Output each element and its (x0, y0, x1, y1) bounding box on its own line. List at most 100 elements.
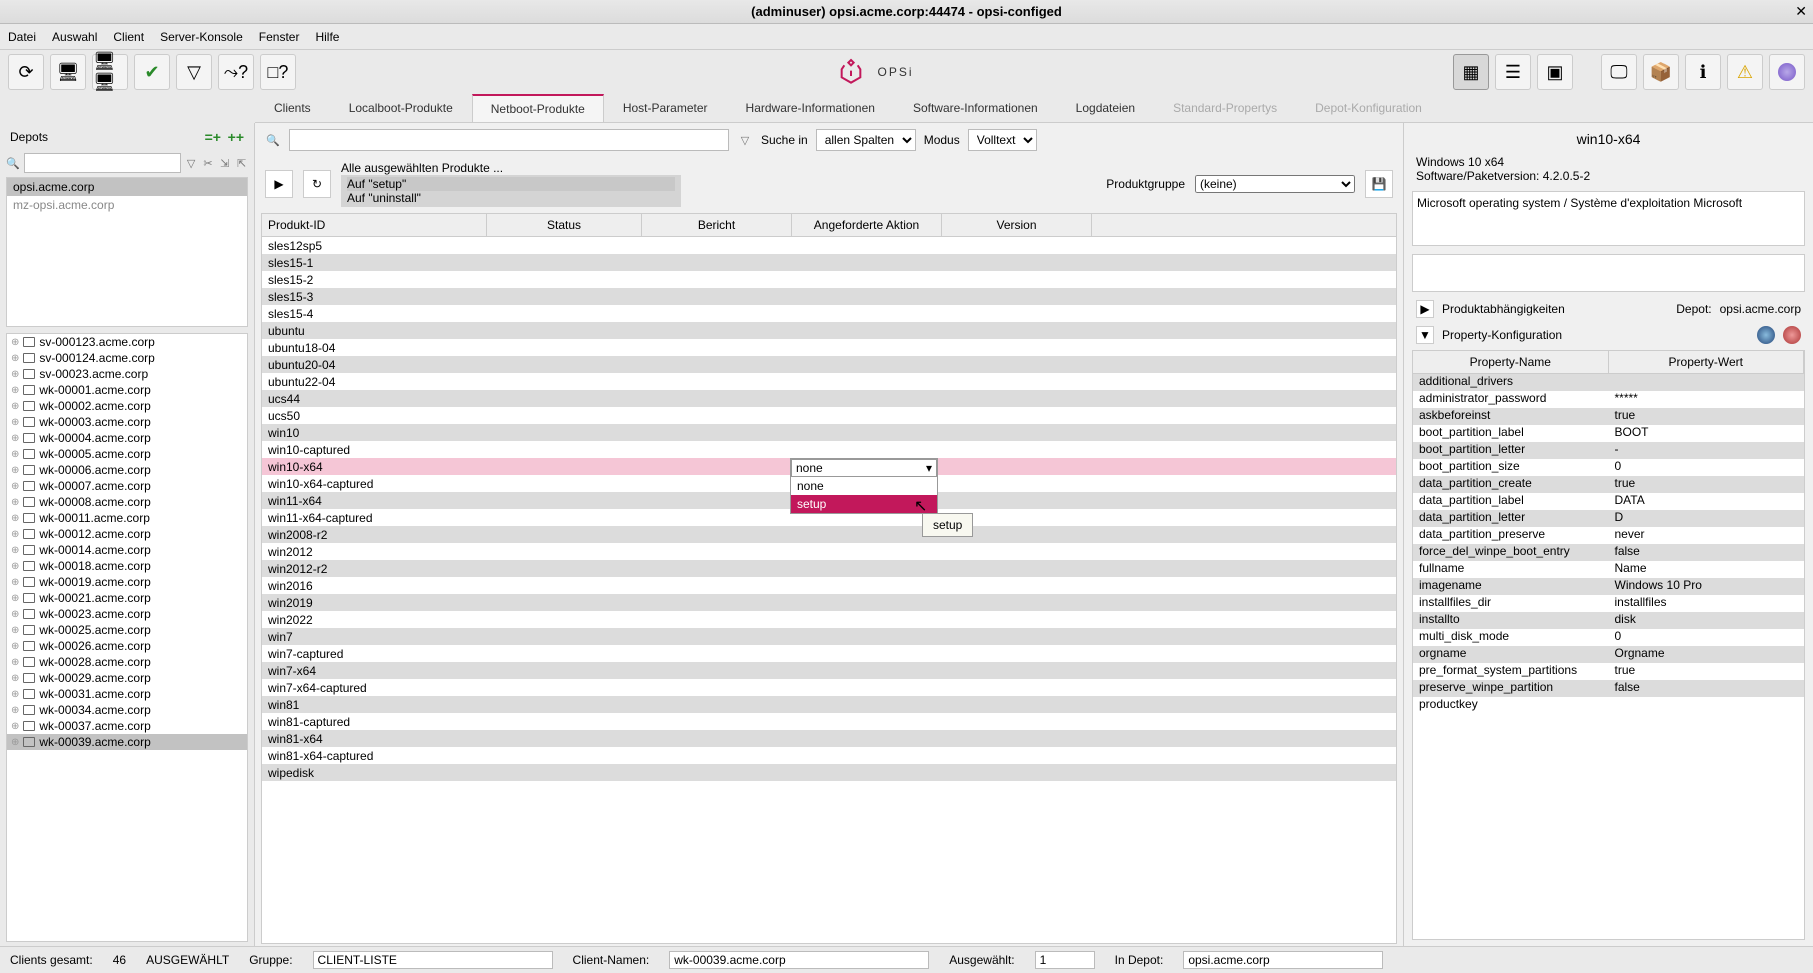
client-item[interactable]: ⊕wk-00001.acme.corp (7, 382, 247, 398)
list-view-icon[interactable]: ☰ (1495, 54, 1531, 90)
property-row[interactable]: multi_disk_mode0 (1413, 629, 1804, 646)
property-row[interactable]: preserve_winpe_partitionfalse (1413, 680, 1804, 697)
client-item[interactable]: ⊕wk-00034.acme.corp (7, 702, 247, 718)
filter-icon[interactable]: ▽ (176, 54, 212, 90)
clientname-field[interactable] (669, 951, 929, 969)
action-uninstall[interactable]: Auf "uninstall" (347, 191, 675, 205)
client-item[interactable]: ⊕wk-00026.acme.corp (7, 638, 247, 654)
search-icon[interactable]: 🔍 (265, 132, 281, 148)
property-row[interactable]: data_partition_preservenever (1413, 527, 1804, 544)
client-item[interactable]: ⊕wk-00012.acme.corp (7, 526, 247, 542)
client-item[interactable]: ⊕wk-00025.acme.corp (7, 622, 247, 638)
menu-server-konsole[interactable]: Server-Konsole (160, 30, 243, 44)
tab-logdateien[interactable]: Logdateien (1057, 94, 1154, 122)
dropdown-option[interactable]: none (791, 477, 937, 495)
property-row[interactable]: askbeforeinsttrue (1413, 408, 1804, 425)
depot-item[interactable]: mz-opsi.acme.corp (7, 196, 247, 214)
table-row[interactable]: sles15-1 (262, 254, 1396, 271)
table-row[interactable]: win2016 (262, 577, 1396, 594)
menu-auswahl[interactable]: Auswahl (52, 30, 97, 44)
client-item[interactable]: ⊕wk-00006.acme.corp (7, 462, 247, 478)
check-icon[interactable]: ✔ (134, 54, 170, 90)
table-row[interactable]: ubuntu20-04 (262, 356, 1396, 373)
table-row[interactable]: win7-captured (262, 645, 1396, 662)
expand-icon[interactable]: ⇱ (235, 155, 248, 171)
table-row[interactable]: wipedisk (262, 764, 1396, 781)
table-row[interactable]: ucs44 (262, 390, 1396, 407)
globe-blue-icon[interactable] (1757, 326, 1775, 344)
client-item[interactable]: ⊕wk-00018.acme.corp (7, 558, 247, 574)
tab-netboot-produkte[interactable]: Netboot-Produkte (472, 94, 604, 122)
client-item[interactable]: ⊕wk-00037.acme.corp (7, 718, 247, 734)
table-row[interactable]: win81-x64-captured (262, 747, 1396, 764)
tab-host-parameter[interactable]: Host-Parameter (604, 94, 727, 122)
depot-plus-plus-icon[interactable]: ++ (228, 129, 244, 145)
expand-deps-icon[interactable]: ▶ (1416, 300, 1434, 318)
screen-icon[interactable]: 🖵 (1601, 54, 1637, 90)
action-setup[interactable]: Auf "setup" (347, 177, 675, 191)
client-item[interactable]: ⊕wk-00002.acme.corp (7, 398, 247, 414)
property-row[interactable]: installfiles_dirinstallfiles (1413, 595, 1804, 612)
refresh-icon[interactable]: ↻ (303, 170, 331, 198)
client-item[interactable]: ⊕wk-00008.acme.corp (7, 494, 247, 510)
table-row[interactable]: win81-captured (262, 713, 1396, 730)
group-field[interactable] (313, 951, 553, 969)
table-row[interactable]: win7-x64-captured (262, 679, 1396, 696)
table-row[interactable]: sles15-2 (262, 271, 1396, 288)
globe-icon[interactable] (1769, 54, 1805, 90)
info-icon[interactable]: ℹ (1685, 54, 1721, 90)
client-item[interactable]: ⊕wk-00019.acme.corp (7, 574, 247, 590)
property-row[interactable]: data_partition_createtrue (1413, 476, 1804, 493)
depot-search-input[interactable] (24, 153, 181, 173)
play-icon[interactable]: ▶ (265, 170, 293, 198)
property-row[interactable]: boot_partition_letter- (1413, 442, 1804, 459)
menu-fenster[interactable]: Fenster (259, 30, 300, 44)
table-row[interactable]: sles15-4 (262, 305, 1396, 322)
client-item[interactable]: ⊕wk-00039.acme.corp (7, 734, 247, 750)
table-row[interactable]: ubuntu18-04 (262, 339, 1396, 356)
client-item[interactable]: ⊕wk-00028.acme.corp (7, 654, 247, 670)
property-row[interactable]: boot_partition_size0 (1413, 459, 1804, 476)
client-item[interactable]: ⊕wk-00003.acme.corp (7, 414, 247, 430)
client-item[interactable]: ⊕sv-00023.acme.corp (7, 366, 247, 382)
client-item[interactable]: ⊕wk-00014.acme.corp (7, 542, 247, 558)
client-item[interactable]: ⊕wk-00004.acme.corp (7, 430, 247, 446)
filter-mini-icon[interactable]: ▽ (185, 155, 198, 171)
depot-list[interactable]: opsi.acme.corpmz-opsi.acme.corp (6, 177, 248, 327)
search-icon[interactable]: 🔍 (6, 155, 20, 171)
table-row[interactable]: win7-x64 (262, 662, 1396, 679)
tab-hardware-informationen[interactable]: Hardware-Informationen (727, 94, 894, 122)
tab-software-informationen[interactable]: Software-Informationen (894, 94, 1057, 122)
table-row[interactable]: ubuntu22-04 (262, 373, 1396, 390)
table-row[interactable]: win7 (262, 628, 1396, 645)
table-row[interactable]: win2022 (262, 611, 1396, 628)
client-item[interactable]: ⊕wk-00005.acme.corp (7, 446, 247, 462)
tab-localboot-produkte[interactable]: Localboot-Produkte (330, 94, 472, 122)
help2-icon[interactable]: □? (260, 54, 296, 90)
table-row[interactable]: win2008-r2 (262, 526, 1396, 543)
close-icon[interactable]: ✕ (1795, 3, 1807, 20)
client-item[interactable]: ⊕wk-00007.acme.corp (7, 478, 247, 494)
depot-equals-plus-icon[interactable]: =+ (205, 129, 221, 145)
collapse-props-icon[interactable]: ▼ (1416, 326, 1434, 344)
table-row[interactable]: win81 (262, 696, 1396, 713)
table-row[interactable]: win2012 (262, 543, 1396, 560)
client-item[interactable]: ⊕wk-00029.acme.corp (7, 670, 247, 686)
client-item[interactable]: ⊕wk-00023.acme.corp (7, 606, 247, 622)
shrink-icon[interactable]: ⇲ (218, 155, 231, 171)
client-item[interactable]: ⊕wk-00021.acme.corp (7, 590, 247, 606)
clients-icon[interactable]: 🖥🖥 (92, 54, 128, 90)
client-list[interactable]: ⊕sv-000123.acme.corp⊕sv-000124.acme.corp… (6, 333, 248, 942)
depot-field[interactable] (1183, 951, 1383, 969)
property-row[interactable]: data_partition_labelDATA (1413, 493, 1804, 510)
tab-clients[interactable]: Clients (255, 94, 330, 122)
help-icon[interactable]: ⤳? (218, 54, 254, 90)
table-row[interactable]: win10-captured (262, 441, 1396, 458)
box-icon[interactable]: 📦 (1643, 54, 1679, 90)
save-group-icon[interactable]: 💾 (1365, 170, 1393, 198)
property-row[interactable]: data_partition_letterD (1413, 510, 1804, 527)
filter-icon[interactable]: ▽ (737, 132, 753, 148)
client-icon[interactable]: 🖥 (50, 54, 86, 90)
search-mode-select[interactable]: Volltext (968, 129, 1037, 151)
table-row[interactable]: sles12sp5 (262, 237, 1396, 254)
